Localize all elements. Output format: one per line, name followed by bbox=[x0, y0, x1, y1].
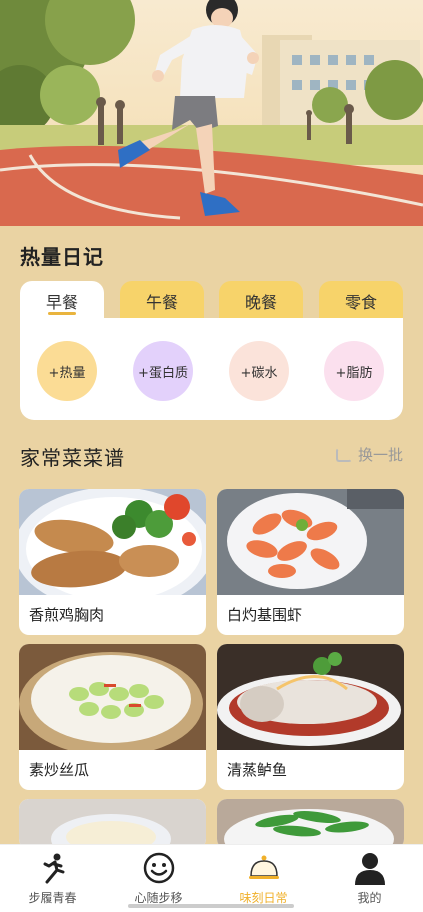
recipe-card-shrimp[interactable]: 白灼基围虾 bbox=[217, 489, 404, 635]
recipes-title: 家常菜菜谱 bbox=[20, 446, 125, 470]
refresh-label: 换一批 bbox=[357, 446, 403, 464]
recipe-card-chicken[interactable]: 香煎鸡胸肉 bbox=[19, 489, 206, 635]
tab-label: 晚餐 bbox=[244, 293, 277, 312]
nav-item-steps[interactable]: 步履青春 bbox=[0, 845, 105, 912]
recipe-name: 清蒸鲈鱼 bbox=[227, 761, 288, 779]
nav-item-profile[interactable]: 我的 bbox=[317, 845, 422, 912]
nav-item-daily-food[interactable]: 味刻日常 bbox=[211, 845, 316, 912]
recipe-name: 素炒丝瓜 bbox=[29, 761, 90, 779]
hero-banner bbox=[0, 0, 423, 226]
tab-label: 早餐 bbox=[45, 293, 78, 312]
recipe-name: 香煎鸡胸肉 bbox=[29, 606, 105, 624]
add-protein-button[interactable]: +蛋白质 bbox=[133, 341, 193, 401]
refresh-button[interactable]: 换一批 bbox=[335, 444, 403, 465]
user-profile-icon bbox=[353, 851, 387, 885]
stir-fried-loofah-image bbox=[19, 644, 206, 750]
bottom-navigation: 步履青春 心随步移 味刻日常 我的 bbox=[0, 844, 423, 912]
recipe-card-loofah[interactable]: 素炒丝瓜 bbox=[19, 644, 206, 790]
recipe-card-fish[interactable]: 清蒸鲈鱼 bbox=[217, 644, 404, 790]
add-fat-button[interactable]: +脂肪 bbox=[324, 341, 384, 401]
add-calories-button[interactable]: +热量 bbox=[37, 341, 97, 401]
home-indicator bbox=[128, 904, 294, 908]
recipe-image bbox=[19, 799, 206, 849]
add-carbs-button[interactable]: +碳水 bbox=[229, 341, 289, 401]
smiley-face-icon bbox=[142, 851, 176, 885]
tab-label: 零食 bbox=[344, 293, 377, 312]
active-tab-indicator bbox=[48, 312, 76, 315]
nav-item-mood[interactable]: 心随步移 bbox=[106, 845, 211, 912]
meal-tabs: 早餐 午餐 晚餐 零食 bbox=[20, 281, 403, 321]
calorie-diary-title: 热量日记 bbox=[20, 245, 104, 269]
tab-label: 午餐 bbox=[145, 293, 178, 312]
tab-dinner[interactable]: 晚餐 bbox=[219, 281, 303, 321]
chicken-breast-image bbox=[19, 489, 206, 595]
nutrition-card: +热量 +蛋白质 +碳水 +脂肪 bbox=[20, 318, 403, 420]
nav-label: 我的 bbox=[357, 891, 382, 905]
running-person-icon bbox=[36, 851, 70, 885]
steamed-fish-image bbox=[217, 644, 404, 750]
recipe-image bbox=[217, 799, 404, 849]
tab-lunch[interactable]: 午餐 bbox=[120, 281, 204, 321]
tab-snacks[interactable]: 零食 bbox=[319, 281, 403, 321]
runner-illustration bbox=[0, 0, 423, 226]
shrimp-image bbox=[217, 489, 404, 595]
tab-breakfast[interactable]: 早餐 bbox=[20, 281, 104, 321]
nav-label: 步履青春 bbox=[28, 891, 77, 905]
food-cloche-icon bbox=[247, 851, 281, 885]
recipe-card-partial[interactable] bbox=[217, 799, 404, 849]
recipe-name: 白灼基围虾 bbox=[227, 606, 303, 624]
recipe-card-partial[interactable] bbox=[19, 799, 206, 849]
refresh-icon bbox=[335, 447, 352, 462]
